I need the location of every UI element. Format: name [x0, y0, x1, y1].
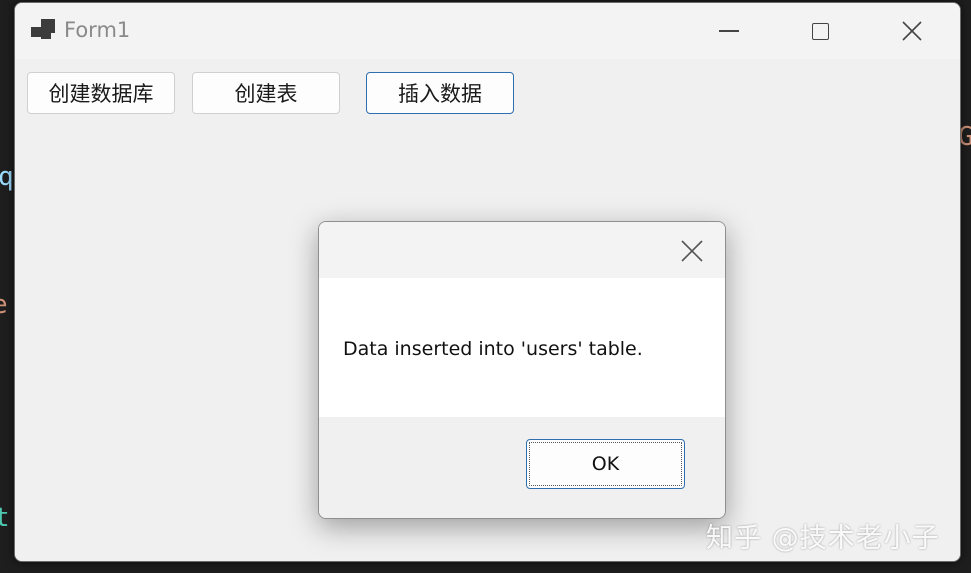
create-database-button[interactable]: 创建数据库: [27, 72, 175, 114]
insert-data-button[interactable]: 插入数据: [366, 72, 514, 114]
create-table-button[interactable]: 创建表: [192, 72, 340, 114]
window-title: Form1: [64, 18, 131, 42]
maximize-button[interactable]: [774, 3, 866, 59]
background-code-fragment: e: [0, 292, 8, 318]
dialog-message: Data inserted into 'users' table.: [343, 338, 643, 360]
window-titlebar[interactable]: Form1: [15, 3, 960, 59]
minimize-icon: [719, 30, 739, 32]
app-window-icon: [31, 19, 57, 41]
close-button[interactable]: [866, 3, 958, 59]
close-icon: [681, 240, 703, 262]
minimize-button[interactable]: [683, 3, 775, 59]
dialog-body: Data inserted into 'users' table.: [319, 278, 725, 417]
message-box-dialog: Data inserted into 'users' table. OK: [318, 221, 726, 519]
watermark: 知乎 @技术老小子: [706, 523, 940, 554]
close-icon: [902, 21, 922, 41]
dialog-close-button[interactable]: [669, 228, 715, 274]
screen: q e t. G Form1 创建: [0, 0, 971, 573]
ok-button[interactable]: OK: [526, 439, 685, 489]
background-code-fragment: q: [0, 162, 14, 192]
maximize-icon: [811, 22, 829, 40]
dialog-titlebar[interactable]: [319, 222, 725, 278]
dialog-footer: OK: [319, 417, 725, 518]
